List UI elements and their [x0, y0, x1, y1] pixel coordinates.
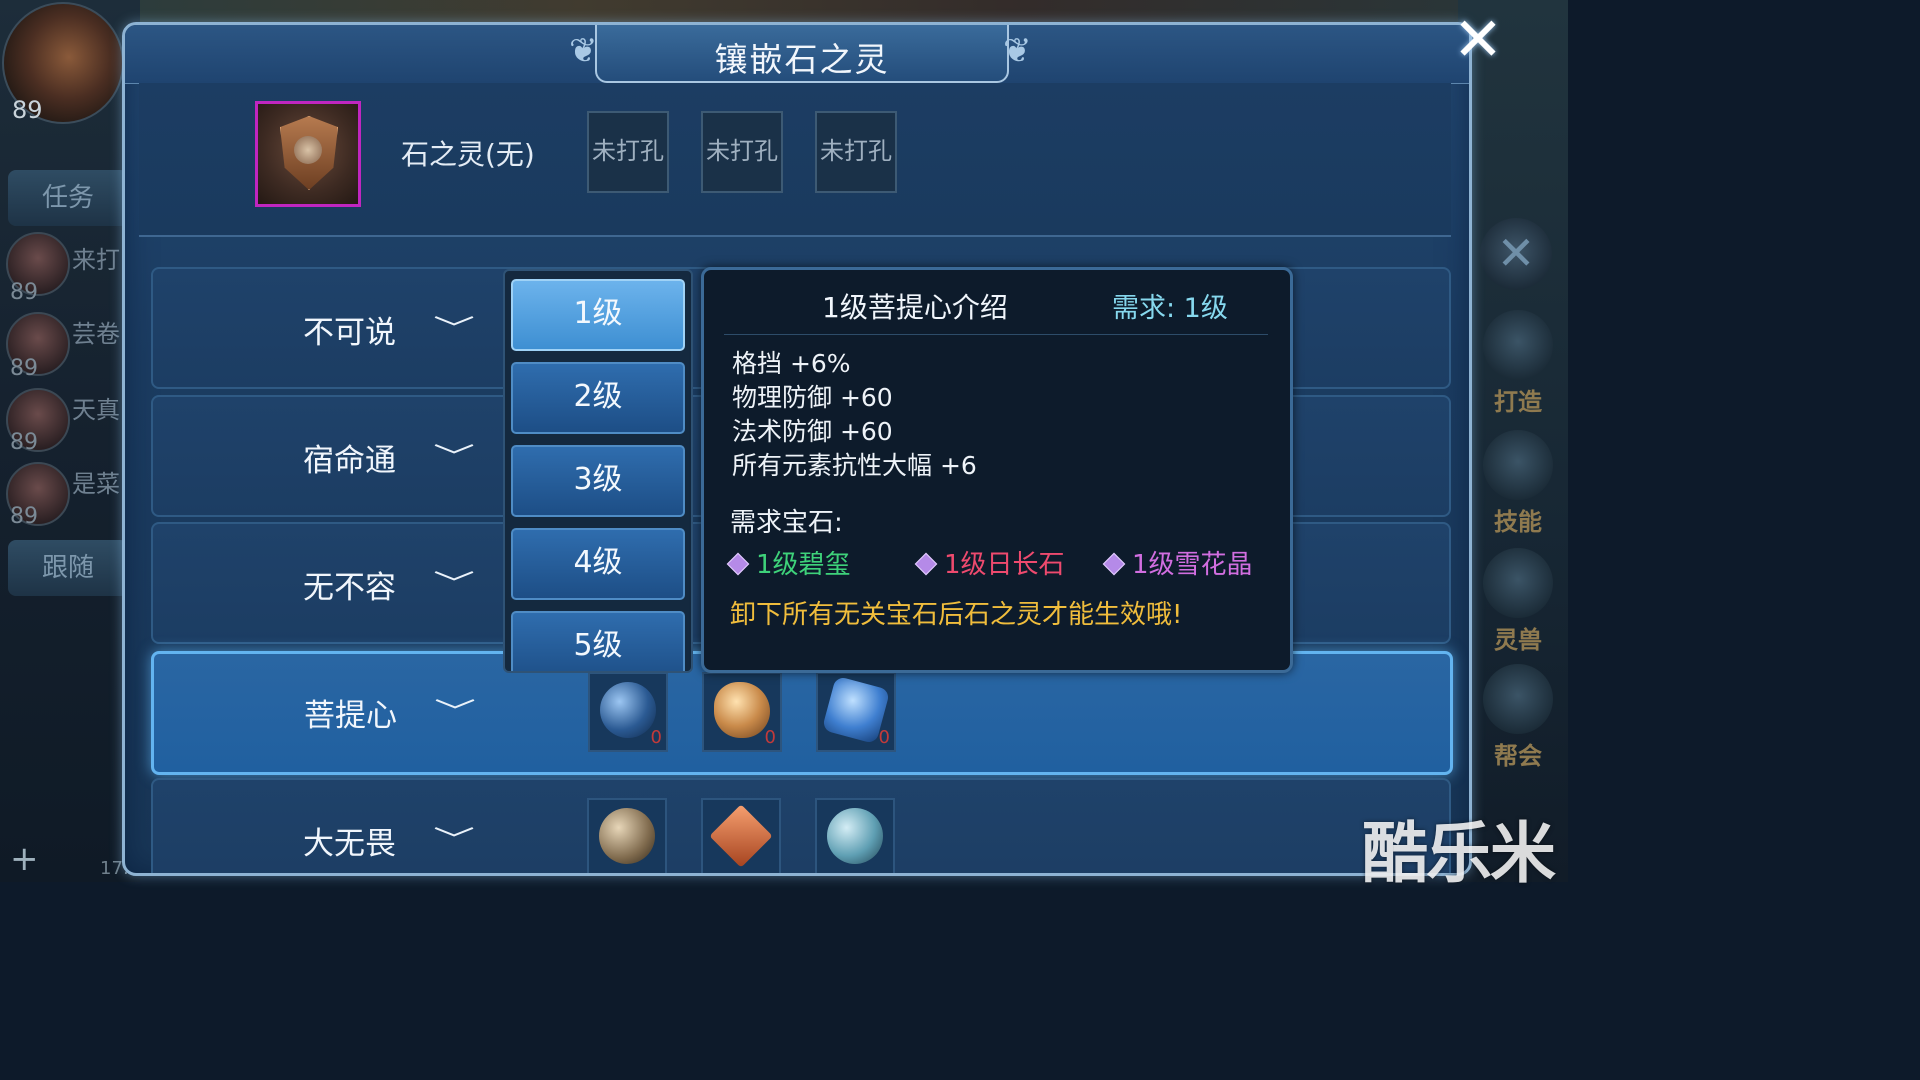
row-name: 宿命通 — [303, 443, 396, 479]
add-icon[interactable]: + — [10, 842, 39, 876]
craft-button[interactable]: 打造 — [1478, 310, 1558, 416]
book-icon — [1483, 430, 1553, 500]
party-member-name: 是菜 — [72, 470, 120, 498]
party-member-level: 89 — [10, 504, 38, 529]
hammer-icon — [1483, 310, 1553, 380]
gem-slot[interactable]: 0 — [588, 672, 668, 752]
close-icon[interactable]: ✕ — [1448, 10, 1508, 72]
spirit-info-tooltip: 1级菩提心介绍 需求: 1级 格挡 +6% 物理防御 +60 法术防御 +60 … — [701, 267, 1293, 673]
chevron-down-icon[interactable]: ﹀ — [433, 820, 475, 857]
guild-button[interactable]: 帮会 — [1478, 664, 1558, 770]
tooltip-requirement: 需求: 1级 — [1112, 293, 1228, 324]
level-option-3[interactable]: 3级 — [511, 445, 685, 517]
gem-slot[interactable]: 0 — [702, 672, 782, 752]
gem-count: 0 — [878, 727, 890, 748]
row-name: 大无畏 — [303, 826, 396, 862]
emblem-core — [294, 136, 322, 164]
pet-label: 灵兽 — [1494, 626, 1542, 654]
socket-slot[interactable]: 未打孔 — [701, 111, 783, 193]
socket-slot[interactable]: 未打孔 — [587, 111, 669, 193]
chevron-down-icon[interactable]: ﹀ — [434, 692, 476, 729]
row-name: 无不容 — [303, 570, 396, 606]
party-member-level: 89 — [10, 356, 38, 381]
required-gem-name: 1级碧玺 — [756, 550, 851, 580]
gem-slot[interactable] — [587, 798, 667, 873]
level-option-1[interactable]: 1级 — [511, 279, 685, 351]
equipment-header: 石之灵(无) 未打孔 未打孔 未打孔 — [139, 83, 1451, 237]
bixi-gem-icon — [600, 682, 656, 738]
stat-line: 格挡 +6% — [732, 349, 851, 378]
pearl-gem-icon — [599, 808, 655, 864]
required-gem: 1级碧玺 — [726, 544, 851, 581]
gem-slot[interactable]: 0 — [816, 672, 896, 752]
amber-gem-icon — [709, 804, 773, 868]
secondary-close-icon[interactable]: ✕ — [1480, 218, 1552, 290]
divider — [724, 334, 1268, 335]
tooltip-title: 1级菩提心介绍 — [822, 291, 1008, 324]
required-gem: 1级雪花晶 — [1102, 544, 1253, 581]
gem-slot[interactable] — [701, 798, 781, 873]
party-member-level: 89 — [10, 280, 38, 305]
gem-slot[interactable] — [815, 798, 895, 873]
row-name: 不可说 — [303, 315, 396, 351]
crystal-gem-icon — [827, 808, 883, 864]
stat-line: 法术防御 +60 — [732, 417, 893, 446]
level-option-4[interactable]: 4级 — [511, 528, 685, 600]
party-member-name: 来打 — [72, 246, 120, 274]
required-gem-name: 1级雪花晶 — [1132, 550, 1253, 580]
scroll-icon — [1483, 664, 1553, 734]
guild-label: 帮会 — [1494, 742, 1542, 770]
diamond-icon — [914, 552, 938, 575]
tasks-tab[interactable]: 任务 — [8, 170, 128, 226]
spirit-row[interactable]: 大无畏 ﹀ — [151, 778, 1451, 873]
pet-icon — [1483, 548, 1553, 618]
level-option-5[interactable]: 5级 — [511, 611, 685, 671]
spirit-label: 石之灵(无) — [401, 138, 535, 171]
stat-line: 物理防御 +60 — [732, 383, 893, 412]
chevron-down-icon[interactable]: ﹀ — [433, 564, 475, 601]
equipment-slot[interactable] — [255, 101, 361, 207]
stat-line: 所有元素抗性大幅 +6 — [732, 451, 977, 480]
gem-count: 0 — [764, 727, 776, 748]
party-member-level: 89 — [10, 430, 38, 455]
party-member-name: 天真 — [72, 396, 120, 424]
socket-slot[interactable]: 未打孔 — [815, 111, 897, 193]
level-option-2[interactable]: 2级 — [511, 362, 685, 434]
pet-button[interactable]: 灵兽 — [1478, 548, 1558, 654]
warning-text: 卸下所有无关宝石后石之灵才能生效哦! — [730, 600, 1183, 630]
required-gem-name: 1级日长石 — [944, 550, 1065, 580]
sunstone-gem-icon — [714, 682, 770, 738]
skills-button[interactable]: 技能 — [1478, 430, 1558, 536]
diamond-icon — [1102, 552, 1126, 575]
diamond-icon — [726, 552, 750, 575]
required-gem: 1级日长石 — [914, 544, 1065, 581]
chevron-down-icon[interactable]: ﹀ — [433, 309, 475, 346]
follow-button[interactable]: 跟随 — [8, 540, 128, 596]
party-member-name: 芸卷 — [72, 320, 120, 348]
skills-label: 技能 — [1494, 508, 1542, 536]
gem-count: 0 — [650, 727, 662, 748]
level-dropdown: 1级 2级 3级 4级 5级 — [503, 269, 693, 673]
craft-label: 打造 — [1494, 388, 1542, 416]
row-name: 菩提心 — [304, 698, 397, 734]
inlay-spirit-dialog: ❦ ❦ 镶嵌石之灵 石之灵(无) 未打孔 未打孔 未打孔 不可说 ﹀ 宿命通 ﹀… — [122, 22, 1472, 876]
gem-requirement-header: 需求宝石: — [730, 508, 843, 538]
chevron-down-icon[interactable]: ﹀ — [433, 437, 475, 474]
left-flourish-icon: ❦ — [569, 31, 598, 71]
watermark-logo: 酷乐米 — [1362, 815, 1556, 892]
player-level: 89 — [12, 96, 43, 124]
dialog-title: 镶嵌石之灵 — [714, 40, 890, 79]
